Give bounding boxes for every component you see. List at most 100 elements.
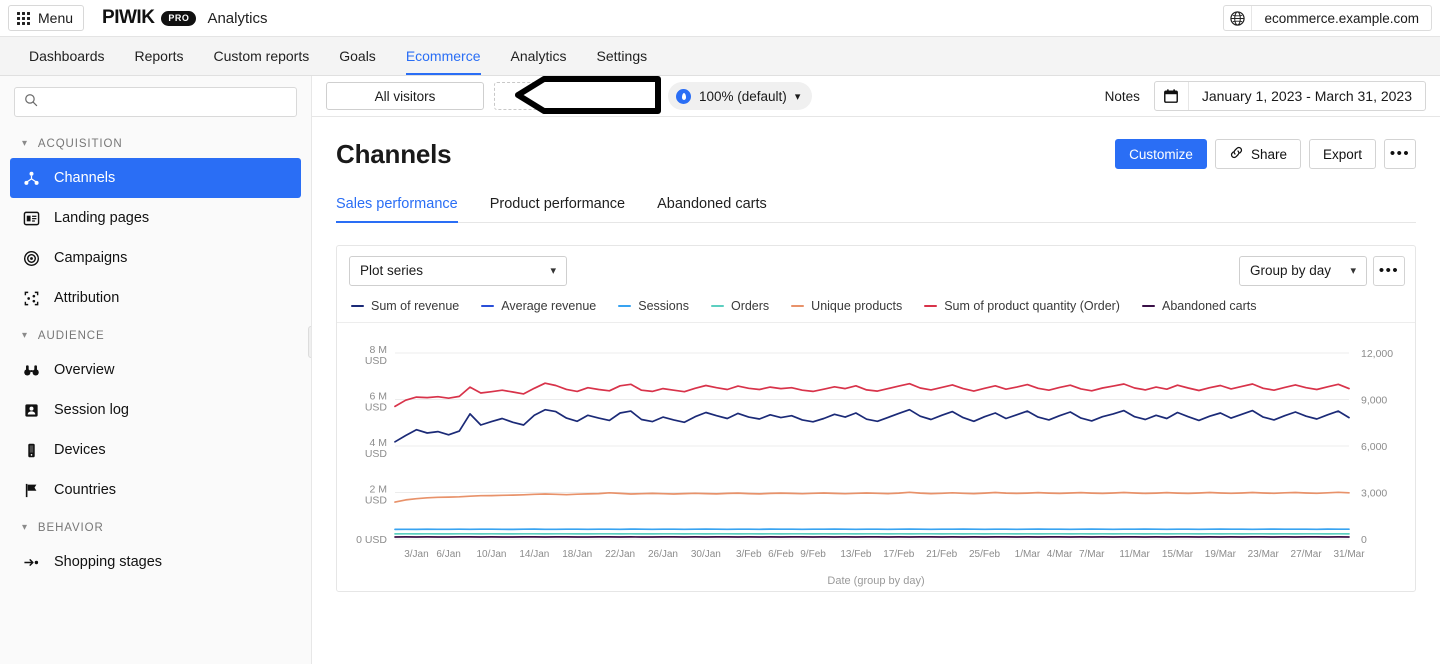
sampling-selector[interactable]: 100% (default) ▾: [668, 82, 812, 110]
segment-all-visitors-button[interactable]: All visitors: [326, 82, 484, 110]
svg-text:14/Jan: 14/Jan: [519, 549, 549, 560]
svg-text:0 USD: 0 USD: [356, 534, 387, 546]
binoculars-icon: [22, 362, 40, 379]
legend-label: Orders: [731, 299, 769, 313]
share-button[interactable]: Share: [1215, 139, 1301, 169]
nav-label: Dashboards: [29, 48, 105, 64]
svg-text:3,000: 3,000: [1361, 487, 1387, 499]
sidebar-item-landing-pages[interactable]: Landing pages: [10, 198, 301, 238]
plus-icon: +: [567, 86, 577, 106]
date-range-label: January 1, 2023 - March 31, 2023: [1189, 88, 1425, 104]
globe-icon: [1224, 6, 1252, 30]
date-range-picker[interactable]: January 1, 2023 - March 31, 2023: [1154, 81, 1426, 111]
sidebar-section-label: AUDIENCE: [38, 330, 105, 342]
sidebar-item-overview[interactable]: Overview: [10, 350, 301, 390]
legend-item[interactable]: Sessions: [618, 299, 689, 313]
sidebar-section-behavior[interactable]: ▾ BEHAVIOR: [0, 510, 311, 542]
sidebar-item-label: Landing pages: [54, 210, 149, 226]
brand-product-name: Analytics: [207, 10, 267, 27]
chevron-down-icon: ▾: [795, 90, 801, 103]
export-button[interactable]: Export: [1309, 139, 1376, 169]
nav-item-dashboards[interactable]: Dashboards: [14, 37, 120, 75]
svg-text:30/Jan: 30/Jan: [691, 549, 721, 560]
chart-controls-right: Group by day ▾ •••: [1239, 256, 1405, 286]
svg-text:6,000: 6,000: [1361, 441, 1387, 453]
app-body: ▾ ACQUISITION Channels Landing pages Cam…: [0, 76, 1440, 664]
legend-item[interactable]: Sum of product quantity (Order): [924, 299, 1120, 313]
ellipsis-icon: •••: [1390, 150, 1410, 158]
search-input[interactable]: [45, 95, 287, 110]
svg-text:USD: USD: [365, 401, 388, 413]
line-chart-svg[interactable]: 0 USD2 MUSD4 MUSD6 MUSD8 MUSD03,0006,000…: [337, 331, 1415, 577]
site-selector[interactable]: ecommerce.example.com: [1223, 5, 1432, 31]
main-content: All visitors + 100% (default) ▾ Notes Ja…: [312, 76, 1440, 664]
sidebar-item-devices[interactable]: Devices: [10, 430, 301, 470]
nav-item-goals[interactable]: Goals: [324, 37, 391, 75]
chart-controls: Plot series ▾ Group by day ▾ •••: [337, 246, 1415, 295]
sidebar-item-shopping-stages[interactable]: Shopping stages: [10, 542, 301, 582]
legend-label: Sessions: [638, 299, 689, 313]
group-by-label: Group by day: [1250, 263, 1331, 278]
svg-text:0: 0: [1361, 534, 1367, 546]
sampling-label: 100% (default): [699, 89, 787, 104]
sidebar-item-label: Campaigns: [54, 250, 127, 266]
sidebar-section-acquisition[interactable]: ▾ ACQUISITION: [0, 126, 311, 158]
brand-name: PIWIK: [102, 7, 154, 29]
main-navigation: Dashboards Reports Custom reports Goals …: [0, 36, 1440, 76]
nav-item-ecommerce[interactable]: Ecommerce: [391, 37, 496, 75]
legend-color-swatch: [1142, 305, 1155, 308]
report-tabs: Sales performance Product performance Ab…: [336, 196, 1416, 223]
svg-text:27/Mar: 27/Mar: [1291, 549, 1323, 560]
group-by-select[interactable]: Group by day ▾: [1239, 256, 1367, 286]
svg-text:USD: USD: [365, 448, 388, 460]
legend-item[interactable]: Average revenue: [481, 299, 596, 313]
legend-item[interactable]: Orders: [711, 299, 769, 313]
notes-button[interactable]: Notes: [1105, 89, 1140, 104]
sidebar-resize-handle[interactable]: [308, 326, 312, 358]
plot-series-select[interactable]: Plot series ▾: [349, 256, 567, 286]
add-segment-button[interactable]: +: [494, 82, 650, 110]
chart-more-options-button[interactable]: •••: [1373, 256, 1405, 286]
page-title: Channels: [336, 139, 451, 170]
brand-logo: PIWIK PRO Analytics: [102, 7, 267, 29]
sidebar-section-audience[interactable]: ▾ AUDIENCE: [0, 318, 311, 350]
nav-label: Reports: [135, 48, 184, 64]
share-label: Share: [1251, 147, 1287, 162]
more-options-button[interactable]: •••: [1384, 139, 1416, 169]
tab-product-performance[interactable]: Product performance: [490, 196, 625, 222]
chart-plot-area: 0 USD2 MUSD4 MUSD6 MUSD8 MUSD03,0006,000…: [337, 323, 1415, 591]
sidebar-item-session-log[interactable]: Session log: [10, 390, 301, 430]
page-header: Channels Customize Share Export: [336, 139, 1416, 170]
search-box[interactable]: [14, 87, 297, 117]
toolbar: All visitors + 100% (default) ▾ Notes Ja…: [312, 76, 1440, 117]
sidebar-item-countries[interactable]: Countries: [10, 470, 301, 510]
nav-item-custom-reports[interactable]: Custom reports: [199, 37, 325, 75]
customize-label: Customize: [1129, 147, 1193, 162]
tab-label: Abandoned carts: [657, 196, 767, 212]
nav-item-reports[interactable]: Reports: [120, 37, 199, 75]
customize-button[interactable]: Customize: [1115, 139, 1207, 169]
tab-sales-performance[interactable]: Sales performance: [336, 196, 458, 222]
legend-item[interactable]: Sum of revenue: [351, 299, 459, 313]
page-actions: Customize Share Export •••: [1115, 139, 1416, 169]
export-label: Export: [1323, 147, 1362, 162]
landing-pages-icon: [22, 210, 40, 227]
svg-text:3/Feb: 3/Feb: [736, 549, 762, 560]
legend-item[interactable]: Abandoned carts: [1142, 299, 1257, 313]
legend-label: Sum of product quantity (Order): [944, 299, 1120, 313]
svg-text:7/Mar: 7/Mar: [1079, 549, 1105, 560]
legend-item[interactable]: Unique products: [791, 299, 902, 313]
menu-button[interactable]: Menu: [8, 5, 84, 31]
sidebar-item-channels[interactable]: Channels: [10, 158, 301, 198]
tab-abandoned-carts[interactable]: Abandoned carts: [657, 196, 767, 222]
legend-color-swatch: [791, 305, 804, 308]
sidebar-item-label: Countries: [54, 482, 116, 498]
plot-series-label: Plot series: [360, 263, 423, 278]
nav-item-settings[interactable]: Settings: [582, 37, 663, 75]
campaigns-target-icon: [22, 250, 40, 267]
nav-item-analytics[interactable]: Analytics: [496, 37, 582, 75]
sidebar-item-campaigns[interactable]: Campaigns: [10, 238, 301, 278]
sidebar-item-attribution[interactable]: Attribution: [10, 278, 301, 318]
sidebar-item-label: Overview: [54, 362, 114, 378]
svg-text:1/Mar: 1/Mar: [1015, 549, 1041, 560]
